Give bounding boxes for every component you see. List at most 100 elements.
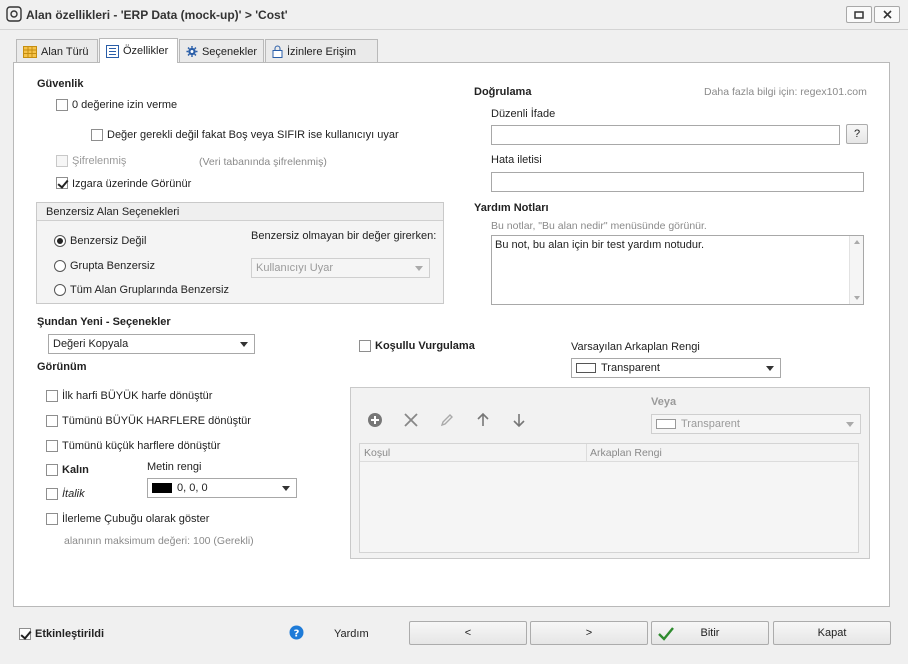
security-title: Güvenlik bbox=[37, 78, 84, 90]
help-notes-textarea[interactable]: Bu not, bu alan için bir test yardım not… bbox=[491, 235, 864, 305]
radio-unique-in-group-label: Grupta Benzersiz bbox=[70, 260, 155, 272]
bold-checkbox[interactable] bbox=[46, 464, 58, 476]
arrow-down-icon[interactable] bbox=[511, 412, 527, 428]
tab-field-type[interactable]: Alan Türü bbox=[16, 39, 98, 63]
conditional-highlight-checkbox[interactable] bbox=[359, 340, 371, 352]
scroll-up-icon bbox=[854, 240, 860, 244]
help-notes-scrollbar[interactable] bbox=[849, 236, 863, 304]
or-bg-value: Transparent bbox=[681, 418, 740, 430]
help-notes-text: Bu not, bu alan için bir test yardım not… bbox=[495, 239, 705, 251]
no-zero-label: 0 değerine izin verme bbox=[72, 99, 178, 111]
text-color-select[interactable]: 0, 0, 0 bbox=[147, 478, 297, 498]
title-bar[interactable]: Alan özellikleri - 'ERP Data (mock-up)' … bbox=[0, 0, 908, 30]
lock-icon bbox=[272, 45, 283, 58]
tab-access-permissions[interactable]: İzinlere Erişim bbox=[265, 39, 378, 63]
regex-input[interactable] bbox=[491, 125, 840, 145]
bold-label: Kalın bbox=[62, 464, 89, 476]
all-upper-label: Tümünü BÜYÜK HARFLERE dönüştür bbox=[62, 415, 251, 427]
arrow-up-icon[interactable] bbox=[475, 412, 491, 428]
all-upper-checkbox[interactable] bbox=[46, 415, 58, 427]
help-icon[interactable]: ? bbox=[289, 625, 304, 640]
maximize-icon bbox=[854, 10, 864, 19]
or-bg-select[interactable]: Transparent bbox=[651, 414, 861, 434]
chevron-down-icon bbox=[240, 342, 248, 347]
previous-button[interactable]: < bbox=[409, 621, 527, 645]
italic-checkbox[interactable] bbox=[46, 488, 58, 500]
help-notes-hint: Bu notlar, "Bu alan nedir" menüsünde gör… bbox=[491, 220, 707, 232]
non-unique-action-select[interactable]: Kullanıcıyı Uyar bbox=[251, 258, 430, 278]
enabled-checkbox[interactable] bbox=[19, 628, 31, 640]
add-icon[interactable] bbox=[367, 412, 383, 428]
table-icon bbox=[23, 45, 37, 58]
more-info-link[interactable]: Daha fazla bilgi için: regex101.com bbox=[704, 86, 867, 98]
conditional-highlight-label: Koşullu Vurgulama bbox=[375, 340, 475, 352]
chevron-down-icon bbox=[846, 422, 854, 427]
appearance-title: Görünüm bbox=[37, 361, 87, 373]
new-from-select[interactable]: Değeri Kopyala bbox=[48, 334, 255, 354]
default-bg-value: Transparent bbox=[601, 362, 660, 374]
finish-label: Bitir bbox=[700, 627, 720, 639]
close-window-button[interactable] bbox=[874, 6, 900, 23]
help-notes-title: Yardım Notları bbox=[474, 202, 549, 214]
error-message-input[interactable] bbox=[491, 172, 864, 192]
color-swatch bbox=[576, 363, 596, 373]
properties-panel: Güvenlik 0 değerine izin verme Değer ger… bbox=[13, 62, 890, 607]
close-icon bbox=[882, 10, 892, 19]
progress-bar-label: İlerleme Çubuğu olarak göster bbox=[62, 513, 210, 525]
warn-empty-checkbox[interactable] bbox=[91, 129, 103, 141]
error-message-label: Hata iletisi bbox=[491, 154, 542, 166]
visible-grid-checkbox[interactable] bbox=[56, 177, 68, 189]
first-upper-label: İlk harfi BÜYÜK harfe dönüştür bbox=[62, 390, 213, 402]
help-link[interactable]: Yardım bbox=[334, 628, 369, 640]
conditional-rules-grid[interactable]: Koşul Arkaplan Rengi bbox=[359, 443, 859, 553]
grid-header: Koşul Arkaplan Rengi bbox=[360, 444, 858, 462]
radio-not-unique-label: Benzersiz Değil bbox=[70, 235, 147, 247]
scroll-down-icon bbox=[854, 296, 860, 300]
or-label: Veya bbox=[651, 396, 677, 408]
close-button[interactable]: Kapat bbox=[773, 621, 891, 645]
edit-pencil-icon[interactable] bbox=[439, 412, 455, 428]
unique-options-group: Benzersiz Alan Seçenekleri Benzersiz Değ… bbox=[36, 202, 444, 304]
text-color-value: 0, 0, 0 bbox=[177, 482, 208, 494]
radio-not-unique[interactable] bbox=[54, 235, 66, 247]
progress-bar-checkbox[interactable] bbox=[46, 513, 58, 525]
all-lower-checkbox[interactable] bbox=[46, 440, 58, 452]
warn-empty-label: Değer gerekli değil fakat Boş veya SIFIR… bbox=[107, 129, 399, 141]
delete-icon[interactable] bbox=[403, 412, 419, 428]
default-bg-select[interactable]: Transparent bbox=[571, 358, 781, 378]
encrypted-label: Şifrelenmiş bbox=[72, 155, 127, 167]
italic-label: İtalik bbox=[62, 488, 85, 500]
app-icon bbox=[6, 6, 22, 22]
encrypted-checkbox[interactable] bbox=[56, 155, 68, 167]
gear-icon bbox=[186, 45, 198, 58]
chevron-down-icon bbox=[766, 366, 774, 371]
radio-unique-in-group[interactable] bbox=[54, 260, 66, 272]
regex-help-button[interactable]: ? bbox=[846, 124, 868, 144]
new-from-title: Şundan Yeni - Seçenekler bbox=[37, 316, 171, 328]
visible-grid-label: Izgara üzerinde Görünür bbox=[72, 178, 192, 190]
tab-label: İzinlere Erişim bbox=[287, 45, 357, 58]
tab-label: Alan Türü bbox=[41, 45, 89, 58]
color-swatch bbox=[152, 483, 172, 493]
tab-options[interactable]: Seçenekler bbox=[179, 39, 264, 63]
finish-button[interactable]: Bitir bbox=[651, 621, 769, 645]
column-divider bbox=[586, 444, 587, 462]
tab-label: Seçenekler bbox=[201, 45, 257, 58]
default-bg-label: Varsayılan Arkaplan Rengi bbox=[571, 341, 700, 353]
tab-properties[interactable]: Özellikler bbox=[99, 38, 178, 63]
no-zero-checkbox[interactable] bbox=[56, 99, 68, 111]
color-swatch bbox=[656, 419, 676, 429]
column-bg-color: Arkaplan Rengi bbox=[590, 447, 662, 459]
radio-unique-all-groups-label: Tüm Alan Gruplarında Benzersiz bbox=[70, 284, 229, 296]
next-button[interactable]: > bbox=[530, 621, 648, 645]
regex-label: Düzenli İfade bbox=[491, 108, 556, 120]
encrypted-hint: (Veri tabanında şifrelenmiş) bbox=[199, 156, 327, 168]
enabled-label: Etkinleştirildi bbox=[35, 628, 105, 640]
column-condition: Koşul bbox=[364, 447, 391, 459]
all-lower-label: Tümünü küçük harflere dönüştür bbox=[62, 440, 221, 452]
unique-options-title: Benzersiz Alan Seçenekleri bbox=[46, 206, 180, 218]
maximize-button[interactable] bbox=[846, 6, 872, 23]
validation-title: Doğrulama bbox=[474, 86, 532, 98]
radio-unique-all-groups[interactable] bbox=[54, 284, 66, 296]
first-upper-checkbox[interactable] bbox=[46, 390, 58, 402]
